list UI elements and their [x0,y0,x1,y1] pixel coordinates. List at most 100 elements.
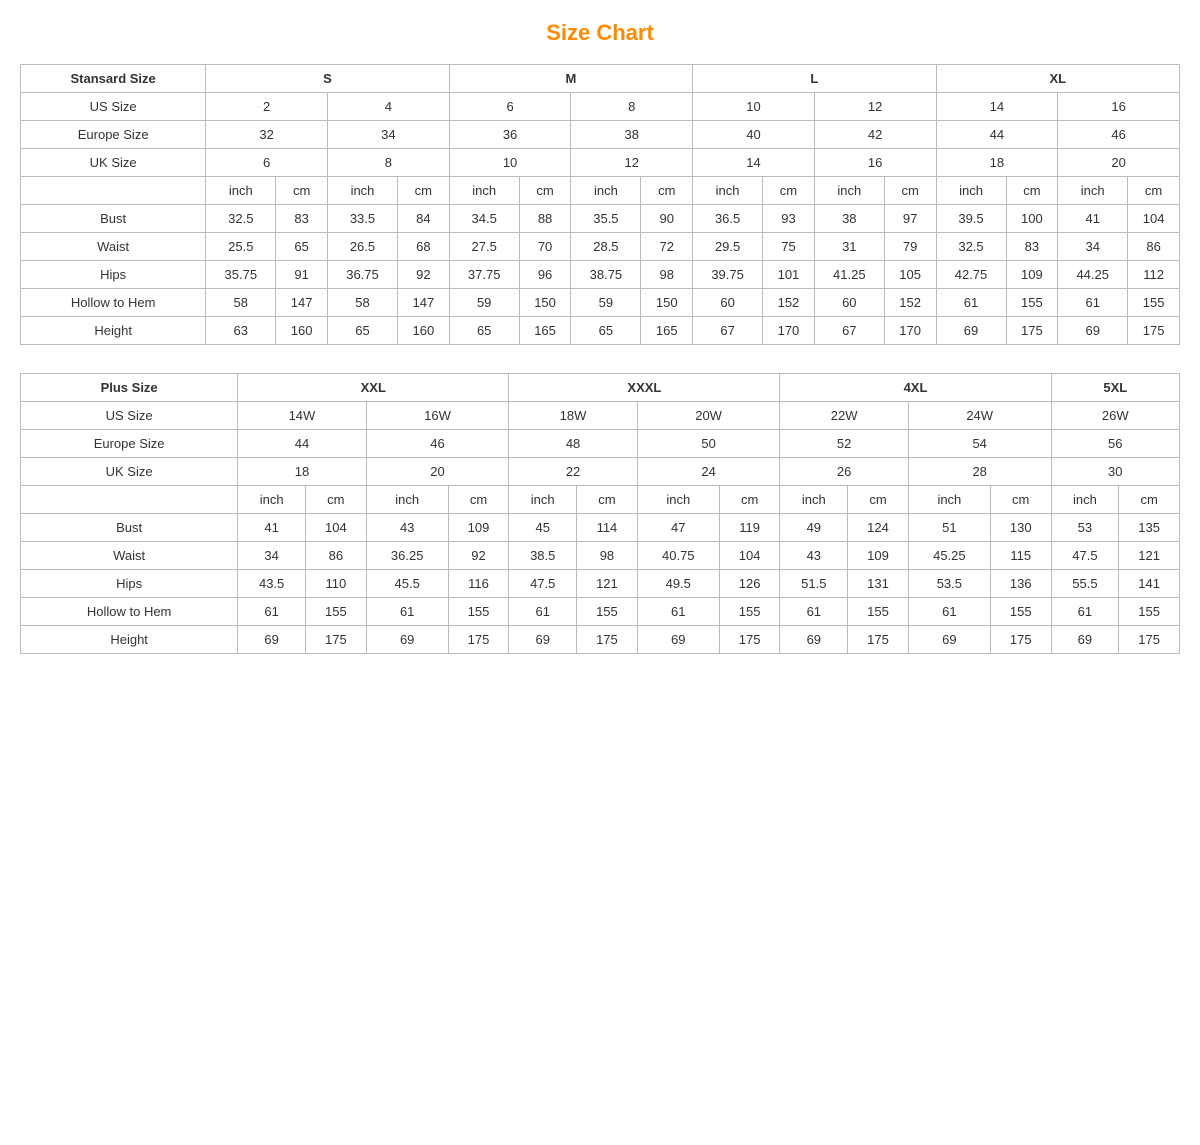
std-cell-3-1: 147 [276,289,328,317]
plus-cell-1-6: 40.75 [637,542,719,570]
plus-cell-4-9: 175 [848,626,909,654]
std-cell-4-13: 175 [1006,317,1058,345]
plus-cell-3-8: 61 [780,598,848,626]
plus-cell-0-12: 53 [1051,514,1119,542]
plus-cell-0-8: 49 [780,514,848,542]
eu-46: 46 [1058,121,1180,149]
plus-eu-44: 44 [238,430,366,458]
plus-us-14w: 14W [238,402,366,430]
uk-12: 12 [571,149,693,177]
plus-cell-1-13: 121 [1119,542,1180,570]
std-cell-1-13: 83 [1006,233,1058,261]
eu-32: 32 [206,121,328,149]
std-unit-3: inch [328,177,398,205]
plus-cell-2-5: 121 [577,570,638,598]
std-cell-1-1: 65 [276,233,328,261]
plus-uk-30: 30 [1051,458,1179,486]
uk-16: 16 [814,149,936,177]
std-cell-4-1: 160 [276,317,328,345]
std-unit-16: cm [1128,177,1180,205]
uk-18: 18 [936,149,1058,177]
plus-unit-6: cm [577,486,638,514]
plus-eu-50: 50 [637,430,780,458]
plus-cell-2-1: 110 [306,570,367,598]
plus-cell-3-1: 155 [306,598,367,626]
plus-uk-size-label: UK Size [21,458,238,486]
plus-cell-4-13: 175 [1119,626,1180,654]
plus-cell-2-11: 136 [990,570,1051,598]
plus-cell-0-2: 43 [366,514,448,542]
plus-uk-26: 26 [780,458,908,486]
plus-cell-2-3: 116 [448,570,509,598]
plus-cell-1-1: 86 [306,542,367,570]
std-cell-1-0: 25.5 [206,233,276,261]
std-cell-0-4: 34.5 [449,205,519,233]
std-cell-0-2: 33.5 [328,205,398,233]
us-size-8: 8 [571,93,693,121]
m-group: M [449,65,692,93]
std-cell-2-4: 37.75 [449,261,519,289]
std-cell-2-11: 105 [884,261,936,289]
plus-cell-3-10: 61 [908,598,990,626]
std-cell-3-8: 60 [693,289,763,317]
plus-header-label: Plus Size [21,374,238,402]
page-title: Size Chart [20,20,1180,46]
std-cell-1-12: 32.5 [936,233,1006,261]
std-cell-4-9: 170 [763,317,815,345]
plus-cell-1-12: 47.5 [1051,542,1119,570]
plus-us-18w: 18W [509,402,637,430]
std-cell-0-8: 36.5 [693,205,763,233]
std-unit-15: inch [1058,177,1128,205]
us-size-12: 12 [814,93,936,121]
plus-unit-10: cm [848,486,909,514]
s-group: S [206,65,449,93]
std-unit-4: cm [397,177,449,205]
plus-cell-0-3: 109 [448,514,509,542]
std-cell-0-3: 84 [397,205,449,233]
europe-size-label: Europe Size [21,121,206,149]
plus-uk-18: 18 [238,458,366,486]
std-cell-1-6: 28.5 [571,233,641,261]
plus-cell-4-6: 69 [637,626,719,654]
plus-eu-46: 46 [366,430,509,458]
std-cell-2-5: 96 [519,261,571,289]
std-cell-1-4: 27.5 [449,233,519,261]
plus-cell-3-6: 61 [637,598,719,626]
plus-size-table: Plus Size XXL XXXL 4XL 5XL US Size 14W 1… [20,373,1180,654]
plus-unit-1: inch [238,486,306,514]
plus-unit-9: inch [780,486,848,514]
eu-44: 44 [936,121,1058,149]
eu-38: 38 [571,121,693,149]
std-cell-0-11: 97 [884,205,936,233]
plus-row-label-3: Hollow to Hem [21,598,238,626]
plus-us-26w: 26W [1051,402,1179,430]
std-cell-0-9: 93 [763,205,815,233]
std-cell-2-9: 101 [763,261,815,289]
std-unit-10: cm [763,177,815,205]
std-cell-4-6: 65 [571,317,641,345]
std-cell-4-0: 63 [206,317,276,345]
uk-8: 8 [328,149,450,177]
us-size-4: 4 [328,93,450,121]
std-cell-1-3: 68 [397,233,449,261]
std-cell-1-5: 70 [519,233,571,261]
plus-cell-4-5: 175 [577,626,638,654]
plus-cell-1-2: 36.25 [366,542,448,570]
std-cell-4-3: 160 [397,317,449,345]
plus-unit-12: cm [990,486,1051,514]
uk-10: 10 [449,149,571,177]
std-cell-1-15: 86 [1128,233,1180,261]
plus-eu-52: 52 [780,430,908,458]
plus-cell-3-3: 155 [448,598,509,626]
std-cell-2-1: 91 [276,261,328,289]
plus-unit-8: cm [719,486,780,514]
plus-cell-3-13: 155 [1119,598,1180,626]
std-cell-3-9: 152 [763,289,815,317]
eu-36: 36 [449,121,571,149]
std-cell-0-14: 41 [1058,205,1128,233]
plus-cell-1-8: 43 [780,542,848,570]
std-cell-0-7: 90 [641,205,693,233]
plus-cell-4-12: 69 [1051,626,1119,654]
std-unit-8: cm [641,177,693,205]
std-cell-4-11: 170 [884,317,936,345]
